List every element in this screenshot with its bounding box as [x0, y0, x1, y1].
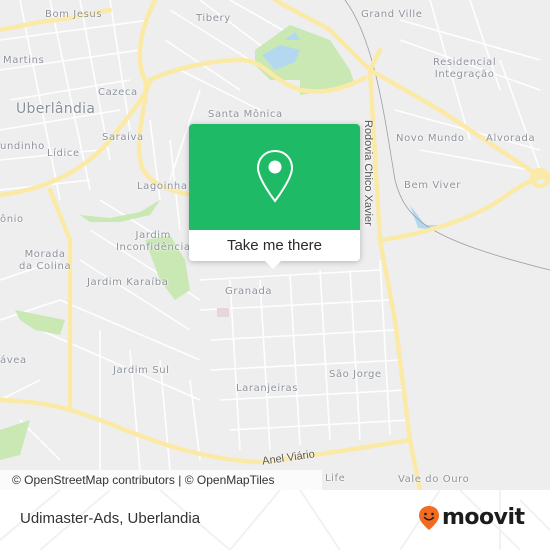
place-label: Granada	[225, 286, 273, 297]
place-label: Jardim Karaíba	[87, 277, 169, 288]
place-label: Residencial Integração	[433, 57, 497, 80]
road-label-rodovia: Rodovia Chico Xavier	[362, 120, 374, 226]
map-pin-icon	[256, 149, 293, 203]
place-label: Martins	[3, 55, 45, 66]
moovit-logo[interactable]: moovit	[418, 504, 525, 532]
place-label: Life	[325, 473, 346, 484]
place-label: Morada da Colina	[19, 249, 72, 272]
place-label: undinho	[0, 141, 45, 152]
moovit-wordmark: moovit	[442, 505, 525, 530]
moovit-smiley-pin-icon	[419, 506, 439, 530]
place-label: Bom Jesus	[45, 9, 103, 20]
park-strip	[80, 200, 160, 222]
osm-attribution-link[interactable]: © OpenStreetMap contributors	[12, 473, 175, 487]
map-view[interactable]: Bom Jesus Tibery Grand Ville Martins Res…	[0, 0, 550, 490]
city-label: Uberlândia	[16, 101, 96, 117]
popup-tail	[265, 261, 281, 269]
place-label: ônio	[0, 214, 24, 225]
location-popup: Take me there	[189, 124, 360, 269]
take-me-there-button[interactable]: Take me there	[189, 230, 360, 261]
place-label: Laranjeiras	[236, 383, 299, 394]
place-label: Saraiva	[102, 132, 144, 143]
place-label: Jardim Sul	[113, 365, 170, 376]
place-label: São Jorge	[329, 369, 382, 380]
place-label: Lagoinha	[137, 181, 188, 192]
place-label: Jardim Inconfidência	[116, 230, 191, 253]
map-attribution: © OpenStreetMap contributors | © OpenMap…	[0, 470, 322, 490]
attribution-separator: |	[174, 473, 185, 487]
place-label: ávea	[0, 355, 27, 366]
openmaptiles-attribution-link[interactable]: © OpenMapTiles	[185, 473, 275, 487]
popup-header	[189, 124, 360, 230]
place-label: Vale do Ouro	[398, 474, 470, 485]
location-title: Udimaster-Ads, Uberlandia	[20, 510, 201, 527]
place-label: Lídice	[47, 148, 80, 159]
place-label: Bem Viver	[404, 180, 461, 191]
place-label: Tibery	[196, 13, 231, 24]
place-label: Alvorada	[486, 133, 536, 144]
place-label: Cazeca	[98, 87, 138, 98]
landuse-area	[217, 308, 229, 317]
place-label: Novo Mundo	[396, 133, 465, 144]
place-label: Santa Mônica	[208, 109, 283, 120]
place-label: Grand Ville	[361, 9, 423, 20]
